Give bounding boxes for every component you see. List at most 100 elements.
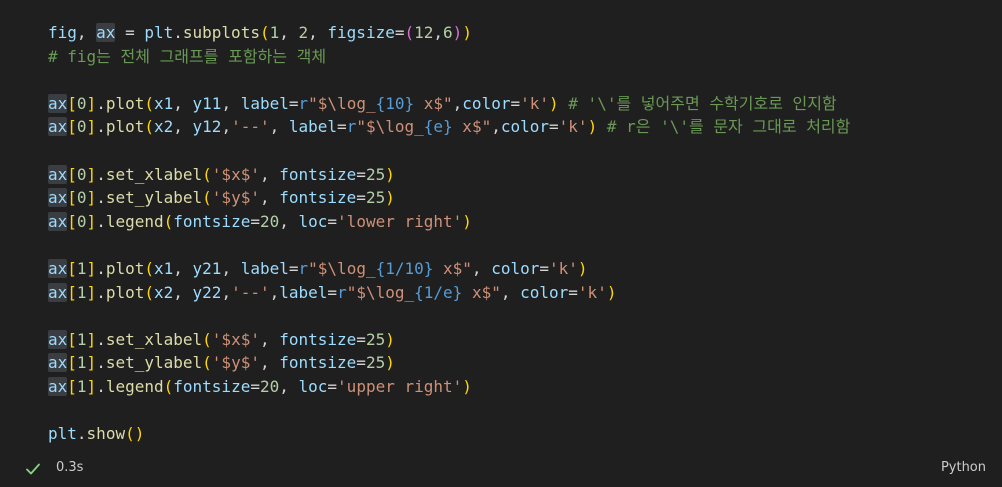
code-line[interactable]: plt.show() xyxy=(48,422,850,446)
code-token: color xyxy=(520,282,569,302)
code-line[interactable]: ​ xyxy=(48,68,850,92)
code-token: = xyxy=(115,23,145,42)
code-token: '--' xyxy=(231,117,270,137)
code-token: = xyxy=(356,188,366,208)
code-token: 25 xyxy=(365,329,386,349)
code-token: ax xyxy=(48,353,68,373)
code-token: ax xyxy=(48,93,68,113)
code-token: , xyxy=(471,258,492,278)
code-token: 'upper right' xyxy=(337,376,463,396)
code-token: x$" xyxy=(462,282,501,302)
code-token: , xyxy=(259,188,280,208)
code-token: plot xyxy=(105,258,145,278)
code-token: show xyxy=(86,424,126,444)
code-token: ) xyxy=(587,117,598,137)
code-line[interactable]: ax[0].legend(fontsize=20, loc='lower rig… xyxy=(48,210,850,234)
code-token: , xyxy=(76,23,97,42)
code-line[interactable]: ax[1].legend(fontsize=20, loc='upper rig… xyxy=(48,375,850,399)
code-token: 'lower right' xyxy=(337,211,463,231)
code-token: ] xyxy=(86,188,97,208)
code-line[interactable]: fig, ax = plt.subplots(1, 2, figsize=(12… xyxy=(48,21,850,45)
code-token: ] xyxy=(86,93,97,113)
code-token: 6 xyxy=(443,23,453,42)
code-token: [ xyxy=(67,353,77,373)
code-token: ) xyxy=(462,23,472,42)
code-token: y21 xyxy=(192,258,222,278)
code-token: x$" xyxy=(414,93,453,113)
notebook-cell[interactable]: fig, ax = plt.subplots(1, 2, figsize=(12… xyxy=(0,0,1002,487)
code-token: ) xyxy=(549,93,559,113)
code-token: [ xyxy=(67,376,77,396)
code-token: loc xyxy=(298,376,328,396)
code-token: . xyxy=(96,258,106,278)
code-token: ( xyxy=(202,353,212,373)
code-token: 1 xyxy=(76,353,87,373)
code-line[interactable]: ax[0].plot(x2, y12,'--', label=r"$\log_{… xyxy=(48,115,850,139)
code-token: . xyxy=(96,188,106,208)
code-block[interactable]: fig, ax = plt.subplots(1, 2, figsize=(12… xyxy=(48,21,850,446)
code-token: . xyxy=(96,376,106,396)
code-line[interactable]: ​ xyxy=(48,399,850,423)
code-token: 1 xyxy=(76,282,87,302)
code-token: . xyxy=(96,164,106,184)
code-line[interactable]: ​ xyxy=(48,233,850,257)
code-token: figsize xyxy=(327,23,395,42)
code-token: , xyxy=(279,376,299,396)
code-token: 0 xyxy=(76,188,87,208)
code-token: set_ylabel xyxy=(105,188,203,208)
code-line[interactable]: ​ xyxy=(48,304,850,328)
code-token: ) xyxy=(577,258,588,278)
code-line[interactable]: ax[0].set_xlabel('$x$', fontsize=25) xyxy=(48,163,850,187)
code-line[interactable]: ax[1].plot(x1, y21, label=r"$\log_{1/10}… xyxy=(48,257,850,281)
code-token: plt xyxy=(48,424,77,444)
code-token: [ xyxy=(67,329,77,349)
code-token: fig xyxy=(48,23,77,42)
code-line[interactable]: ax[0].set_ylabel('$y$', fontsize=25) xyxy=(48,186,850,210)
code-token: plt xyxy=(144,23,174,42)
code-token: ) xyxy=(385,188,395,208)
code-token: = xyxy=(356,164,366,184)
code-token: = xyxy=(356,353,366,373)
code-token: , xyxy=(173,282,193,302)
code-token: '$y$' xyxy=(211,188,260,208)
code-token: 'k' xyxy=(520,93,550,113)
code-editor[interactable]: fig, ax = plt.subplots(1, 2, figsize=(12… xyxy=(0,0,1002,452)
code-token: x1 xyxy=(154,93,174,113)
code-token: ax xyxy=(48,188,68,208)
code-token: ax xyxy=(48,282,68,302)
code-token: [ xyxy=(67,93,77,113)
code-token: '$x$' xyxy=(211,329,260,349)
code-token: ] xyxy=(86,164,97,184)
code-token: {1/10} xyxy=(375,258,434,278)
code-token: [ xyxy=(67,282,77,302)
code-token: [ xyxy=(67,258,77,278)
code-line[interactable]: ​ xyxy=(48,139,850,163)
code-token: ] xyxy=(86,282,97,302)
code-token: set_xlabel xyxy=(105,164,203,184)
code-token: = xyxy=(568,282,578,302)
code-token: , xyxy=(308,23,328,42)
code-line[interactable]: ax[1].set_ylabel('$y$', fontsize=25) xyxy=(48,351,850,375)
code-token: , xyxy=(221,117,232,137)
code-token: 20 xyxy=(259,211,280,231)
code-line[interactable]: ax[0].plot(x1, y11, label=r"$\log_{10} x… xyxy=(48,92,850,116)
code-token: 1 xyxy=(76,376,87,396)
code-token: color xyxy=(500,117,550,137)
code-token: [ xyxy=(67,188,77,208)
code-token: , xyxy=(279,211,299,231)
code-line[interactable]: # fig는 전체 그래프를 포함하는 객체 xyxy=(48,45,850,69)
language-selector[interactable]: Python xyxy=(941,460,986,475)
code-token: x$" xyxy=(452,117,492,137)
code-token: ] xyxy=(86,258,97,278)
code-token: ax xyxy=(48,258,68,278)
code-token: , xyxy=(221,258,241,278)
code-token: = xyxy=(327,211,338,231)
code-token: . xyxy=(96,329,106,349)
code-token: 1 xyxy=(76,329,87,349)
code-token: ) xyxy=(385,164,395,184)
code-token: , xyxy=(433,23,444,42)
code-line[interactable]: ax[1].plot(x2, y22,'--',label=r"$\log_{1… xyxy=(48,281,850,305)
code-token: x2 xyxy=(154,117,174,137)
code-token: "$\log_ xyxy=(346,282,415,302)
code-line[interactable]: ax[1].set_xlabel('$x$', fontsize=25) xyxy=(48,328,850,352)
